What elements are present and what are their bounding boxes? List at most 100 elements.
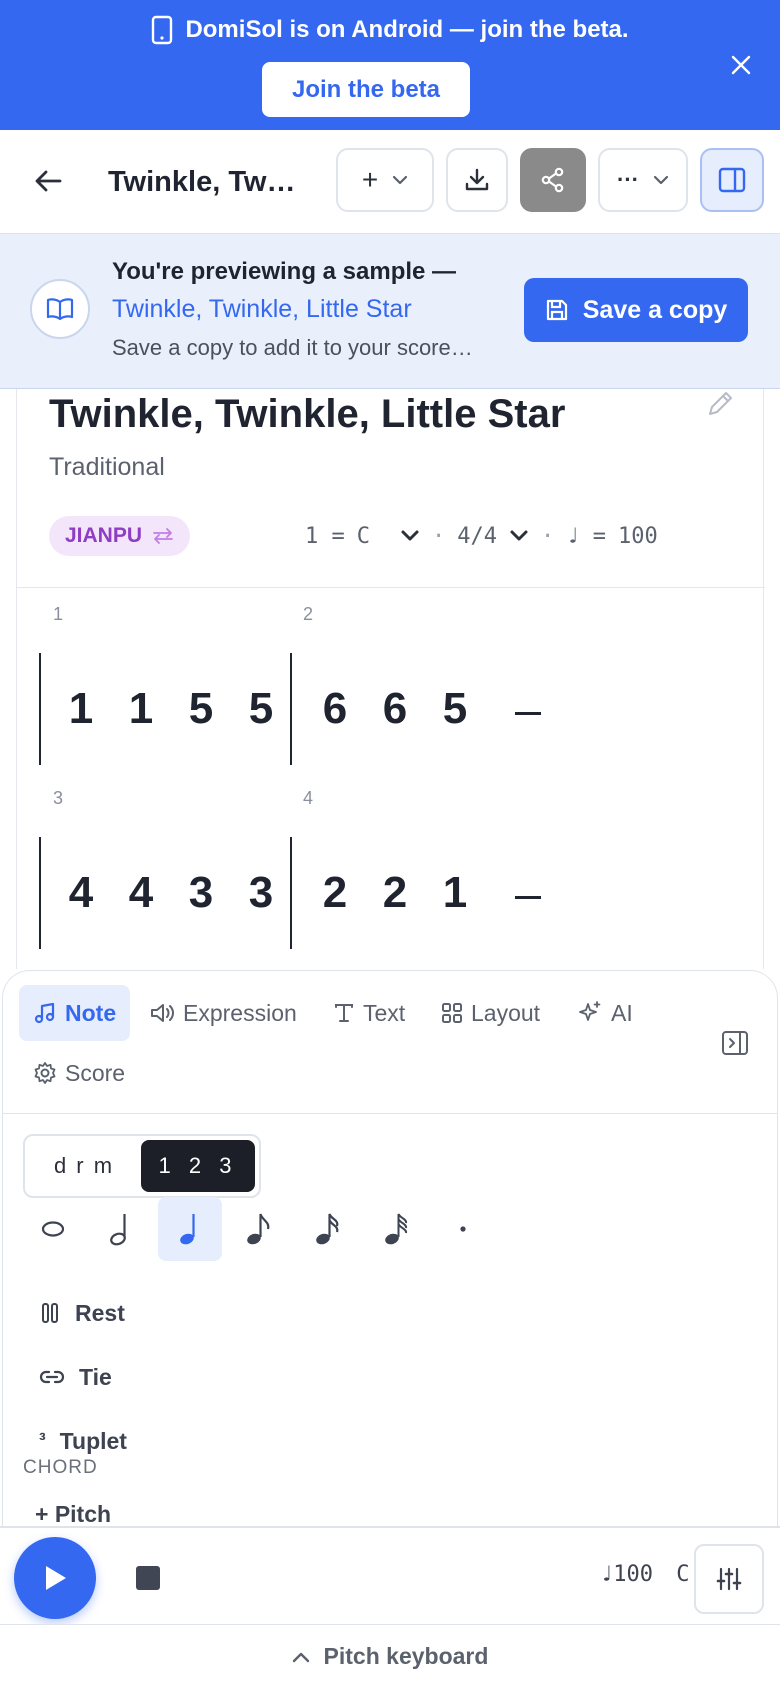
join-beta-button[interactable]: Join the beta [262,62,470,117]
pitch-keyboard-label: Pitch keyboard [323,1643,489,1669]
share-button[interactable] [520,148,586,212]
divider [17,587,765,588]
music-note-icon [34,1002,55,1024]
save-icon [546,299,567,321]
whole-note-button[interactable] [21,1197,85,1261]
download-icon [465,168,489,191]
sample-preview-banner: You're previewing a sample — Twinkle, Tw… [0,234,780,389]
play-button[interactable] [14,1537,96,1619]
thirty-second-note-icon [385,1213,408,1245]
jianpu-note[interactable]: 2 [375,863,415,923]
dot-button[interactable] [431,1197,495,1261]
barline [290,653,292,765]
composer-name[interactable]: Traditional [49,449,165,485]
tab-note-label: Note [65,999,117,1026]
tab-text[interactable]: Text [319,985,419,1041]
tempo-value[interactable]: 100 [618,524,658,549]
note-editor-panel: Note Expression Text Layout AI Score d r… [2,970,778,1526]
tuplet-label: Tuplet [59,1427,127,1454]
jianpu-note[interactable]: 5 [241,679,281,739]
solfege-mode-toggle: d r m 1 2 3 [23,1134,261,1198]
half-note-icon [110,1214,126,1246]
eighth-note-button[interactable] [227,1197,291,1261]
key-display: C [676,1562,690,1587]
jianpu-note[interactable]: 1 [435,863,475,923]
chord-section-label: CHORD [23,1457,98,1478]
tie-button[interactable]: Tie [39,1351,112,1403]
tab-score-label: Score [65,1059,126,1086]
swap-icon [153,528,173,544]
jianpu-note[interactable]: 4 [121,863,161,923]
tab-ai-label: AI [611,999,633,1026]
mixer-button[interactable] [694,1544,764,1614]
tab-ai[interactable]: AI [563,985,647,1041]
jianpu-note[interactable]: 1 [61,679,101,739]
save-copy-label: Save a copy [582,295,728,324]
divider [3,1113,777,1114]
quarter-note-button[interactable] [158,1197,222,1261]
rest-icon [42,1303,58,1323]
measure-number: 2 [303,604,314,624]
half-note-button[interactable] [89,1197,153,1261]
notation-label: JIANPU [65,524,143,547]
stop-button[interactable] [136,1566,160,1590]
sidebar-panel-icon [718,167,746,193]
notation-toggle-badge[interactable]: JIANPU [49,516,191,556]
preview-song-link[interactable]: Twinkle, Twinkle, Little Star [112,290,412,328]
jianpu-note[interactable]: 5 [181,679,221,739]
jianpu-note[interactable]: 5 [435,679,475,739]
more-menu-button[interactable]: ··· [598,148,688,212]
time-signature-select[interactable]: 4/4 [457,524,497,549]
jianpu-note[interactable]: 4 [61,863,101,923]
measure-number: 3 [53,788,64,808]
jianpu-note[interactable]: 3 [181,863,221,923]
jianpu-note[interactable]: 3 [241,863,281,923]
chevron-down-icon[interactable] [400,529,420,543]
jianpu-note[interactable]: 1 [121,679,161,739]
add-pitch-button[interactable]: + Pitch [35,1501,111,1526]
sixteenth-note-button[interactable] [296,1197,360,1261]
pencil-icon[interactable] [705,389,735,419]
speaker-icon [151,1004,174,1022]
more-icon: ··· [617,167,639,192]
tab-score[interactable]: Score [19,1045,139,1101]
collapse-panel-icon[interactable] [721,1029,751,1059]
phone-icon [151,15,173,45]
chevron-down-icon[interactable] [509,529,529,543]
whole-note-icon [41,1221,65,1237]
editor-toolbar: Twinkle, Twi… + ··· [0,130,780,234]
eighth-note-icon [247,1213,270,1245]
back-button[interactable] [28,158,68,204]
tab-expression[interactable]: Expression [135,985,311,1041]
jianpu-note[interactable]: 6 [375,679,415,739]
barline [290,837,292,949]
save-copy-button[interactable]: Save a copy [524,278,748,342]
playback-bar: ♩100 C [0,1526,780,1624]
download-button[interactable] [446,148,508,212]
arrow-left-icon [35,170,62,192]
score-title[interactable]: Twinkle, Twinkle, Little Star [49,389,565,439]
banner-message-row: DomiSol is on Android — join the beta. [0,12,780,48]
tab-layout-label: Layout [471,999,541,1026]
key-select[interactable]: C [357,524,370,549]
rest-button[interactable]: Rest [39,1287,125,1339]
sustain-dash[interactable] [515,712,541,715]
thirty-second-note-button[interactable] [365,1197,429,1261]
preview-heading: You're previewing a sample — [112,258,457,285]
link-icon [39,1370,65,1384]
jianpu-note[interactable]: 6 [315,679,355,739]
close-icon[interactable] [724,48,758,82]
book-icon [30,279,90,339]
beta-banner: DomiSol is on Android — join the beta. J… [0,0,780,130]
add-menu-button[interactable]: + [336,148,434,212]
toggle-panel-button[interactable] [700,148,764,212]
document-title: Twinkle, Twi… [108,166,298,198]
mode-number-option[interactable]: 1 2 3 [141,1140,255,1192]
tab-layout[interactable]: Layout [427,985,554,1041]
sustain-dash[interactable] [515,896,541,899]
tab-note[interactable]: Note [19,985,131,1041]
pitch-keyboard-toggle[interactable]: Pitch keyboard [0,1624,780,1688]
mode-solfege-option[interactable]: d r m [29,1140,139,1192]
jianpu-note[interactable]: 2 [315,863,355,923]
sixteenth-note-icon [316,1213,339,1245]
